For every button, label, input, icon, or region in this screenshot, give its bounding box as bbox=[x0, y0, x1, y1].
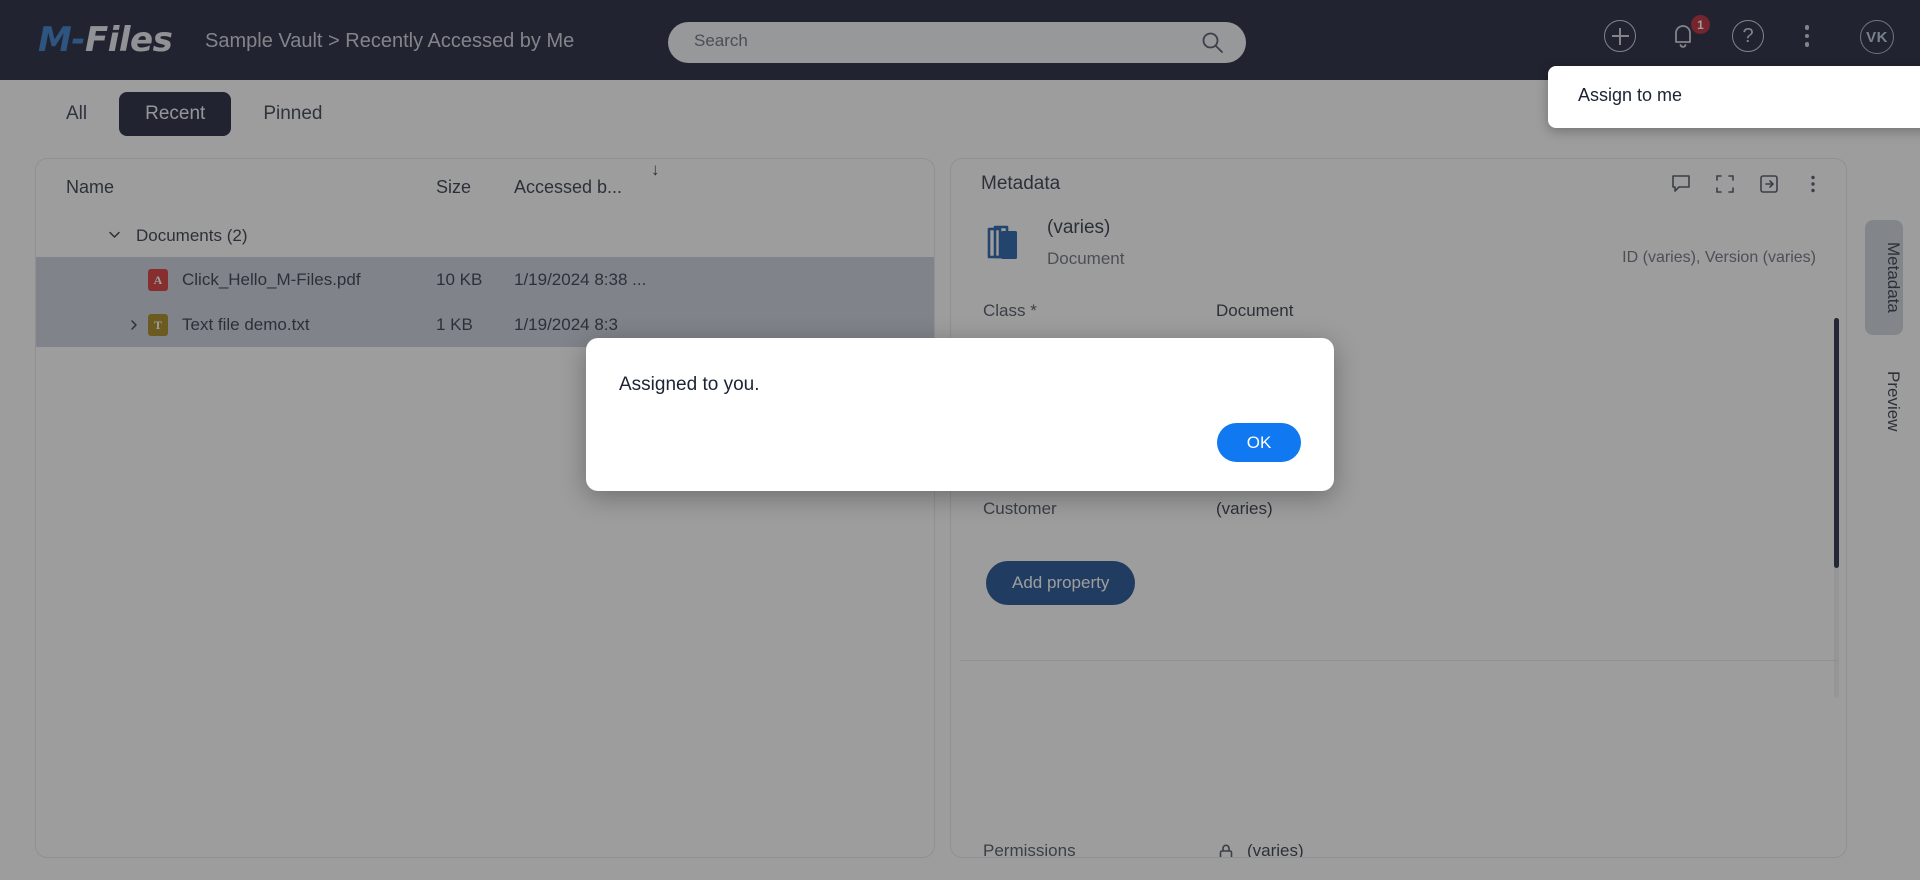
app-root: M-Files Sample Vault > Recently Accessed… bbox=[0, 0, 1920, 880]
confirmation-dialog: Assigned to you. OK bbox=[586, 338, 1334, 491]
context-menu: Assign to me bbox=[1548, 66, 1920, 128]
ok-button[interactable]: OK bbox=[1217, 423, 1301, 462]
dialog-message: Assigned to you. bbox=[619, 374, 760, 395]
menu-item-assign-to-me[interactable]: Assign to me bbox=[1548, 66, 1920, 106]
